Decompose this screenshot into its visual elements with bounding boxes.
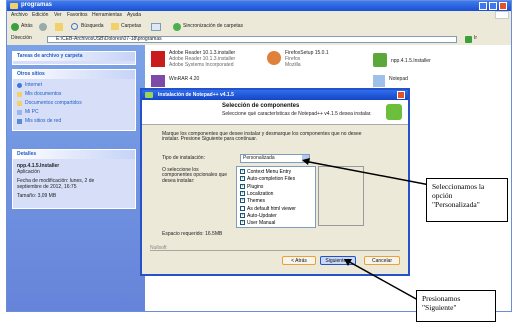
callout-bottom-text: Presionamos "Siguiente"	[422, 294, 461, 312]
callout-personalizada: Seleccionamos la opción "Personalizada"	[426, 178, 508, 222]
callout-siguiente: Presionamos "Siguiente"	[416, 290, 496, 322]
callout-arrow-top	[303, 160, 431, 186]
callout-arrow-bottom	[345, 259, 419, 301]
callout-top-text: Seleccionamos la opción "Personalizada"	[432, 182, 485, 209]
callout-arrowhead-top	[302, 158, 310, 165]
callout-arrows	[302, 158, 431, 301]
